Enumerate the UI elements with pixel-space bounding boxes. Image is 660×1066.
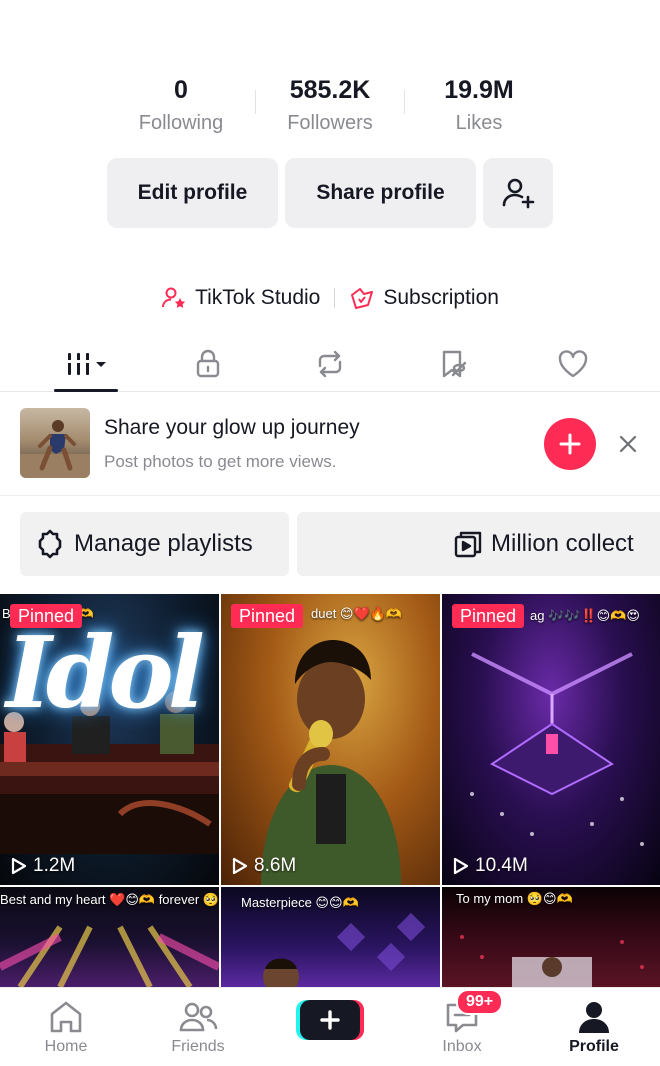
manage-playlists-button[interactable]: Manage playlists	[20, 512, 289, 576]
video-caption: Best and my heart ❤️😊🫶 forever 🥺	[0, 892, 219, 907]
following-label: Following	[138, 112, 224, 134]
create-plus-icon	[296, 1000, 364, 1040]
view-count-value: 1.2M	[33, 855, 76, 876]
playlist-icon	[454, 531, 482, 558]
tab-favorites[interactable]	[408, 336, 498, 392]
likes-label: Likes	[455, 112, 503, 134]
profile-icon	[579, 1002, 609, 1033]
view-count: 10.4M	[452, 855, 528, 877]
video-tile[interactable]: ag 🎶🎶‼️😊🫶😍 Pinned 10.4M	[442, 594, 660, 885]
videos-grid-icon	[65, 353, 106, 375]
following-count: 0	[174, 76, 188, 104]
nav-home-label: Home	[44, 1038, 88, 1055]
video-tile[interactable]: Idol Be... ance 😊🫶 Pinned 1.2M	[0, 594, 219, 885]
post-photo-button[interactable]	[544, 418, 596, 470]
nav-home[interactable]: Home	[0, 988, 132, 1066]
tab-private[interactable]	[163, 336, 253, 392]
view-count: 1.2M	[10, 855, 75, 877]
nav-friends[interactable]: Friends	[132, 988, 264, 1066]
edit-profile-button[interactable]: Edit profile	[107, 158, 278, 228]
friends-icon	[179, 1002, 218, 1032]
video-tile[interactable]: To my mom 🥺😊🫶	[442, 887, 660, 987]
video-caption: Masterpiece 😊😊🫶	[241, 895, 359, 910]
home-icon	[50, 1001, 82, 1033]
athlete-photo-icon	[20, 420, 90, 478]
play-icon	[453, 857, 469, 875]
likes-count: 19.9M	[444, 76, 514, 104]
profile-stats: 0 Following 585.2K Followers 19.9M Likes	[0, 74, 660, 144]
pinned-badge: Pinned	[231, 604, 304, 628]
share-profile-button[interactable]: Share profile	[285, 158, 476, 228]
playlist-label: Million collect	[491, 530, 634, 557]
person-plus-icon	[502, 178, 535, 209]
followers-label: Followers	[287, 112, 373, 134]
banner-title: Share your glow up journey	[104, 416, 360, 439]
manage-playlists-label: Manage playlists	[74, 530, 253, 557]
nav-friends-label: Friends	[171, 1038, 225, 1055]
creator-tools-row: TikTok Studio Subscription	[0, 282, 660, 314]
view-count-value: 10.4M	[475, 855, 528, 876]
followers-stat[interactable]: 585.2K Followers	[250, 74, 410, 136]
playlist-million-collection[interactable]: Million collect	[297, 512, 660, 576]
video-caption: duet 😊❤️🔥🫶	[311, 606, 403, 621]
followers-count: 585.2K	[289, 76, 371, 104]
tab-liked[interactable]	[528, 336, 618, 392]
tiktok-studio-link[interactable]: TikTok Studio	[161, 285, 320, 311]
video-tile[interactable]: duet 😊❤️🔥🫶 Pinned 8.6M	[221, 594, 440, 885]
pinned-badge: Pinned	[10, 604, 83, 628]
banner-subtitle: Post photos to get more views.	[104, 452, 337, 471]
nav-profile-label: Profile	[569, 1038, 619, 1055]
subscription-label: Subscription	[383, 286, 499, 309]
create-button[interactable]	[296, 1000, 364, 1040]
tiktok-studio-label: TikTok Studio	[195, 286, 321, 309]
profile-tabs	[0, 336, 660, 392]
following-stat[interactable]: 0 Following	[101, 74, 261, 136]
lock-icon	[196, 349, 220, 378]
close-icon	[619, 435, 637, 453]
likes-stat[interactable]: 19.9M Likes	[399, 74, 559, 136]
studio-person-star-icon	[162, 287, 186, 308]
view-count-value: 8.6M	[254, 855, 297, 876]
video-grid: Idol Be... ance 😊🫶 Pinned 1.2M duet 😊❤️🔥…	[0, 594, 660, 987]
video-caption: ag 🎶🎶‼️😊🫶😍	[530, 608, 640, 623]
concert-stage-icon	[470, 652, 644, 846]
singer-photo-icon	[261, 640, 401, 885]
idol-overlay-text: Idol	[6, 616, 205, 731]
add-friend-button[interactable]	[483, 158, 553, 228]
nav-profile[interactable]: Profile	[528, 988, 660, 1066]
play-icon	[232, 857, 248, 875]
gear-icon	[38, 529, 62, 559]
inbox-badge: 99+	[456, 989, 504, 1015]
video-tile[interactable]: Best and my heart ❤️😊🫶 forever 🥺	[0, 887, 219, 987]
tab-videos[interactable]	[41, 336, 131, 392]
repost-icon	[318, 350, 342, 378]
plus-icon	[559, 433, 581, 455]
favorites-icon	[442, 350, 467, 378]
view-count: 8.6M	[231, 855, 296, 877]
play-icon	[11, 857, 27, 875]
dismiss-banner-button[interactable]	[614, 430, 642, 458]
heart-icon	[558, 350, 588, 378]
video-tile[interactable]: Masterpiece 😊😊🫶	[221, 887, 440, 987]
nav-inbox-label: Inbox	[442, 1038, 482, 1055]
video-caption: To my mom 🥺😊🫶	[456, 891, 573, 906]
tab-reposts[interactable]	[285, 336, 375, 392]
pinned-badge: Pinned	[452, 604, 525, 628]
active-tab-indicator	[54, 389, 118, 392]
divider	[334, 288, 336, 308]
banner-thumbnail	[20, 408, 90, 478]
subscription-link[interactable]: Subscription	[349, 285, 499, 311]
subscription-icon	[351, 288, 374, 309]
